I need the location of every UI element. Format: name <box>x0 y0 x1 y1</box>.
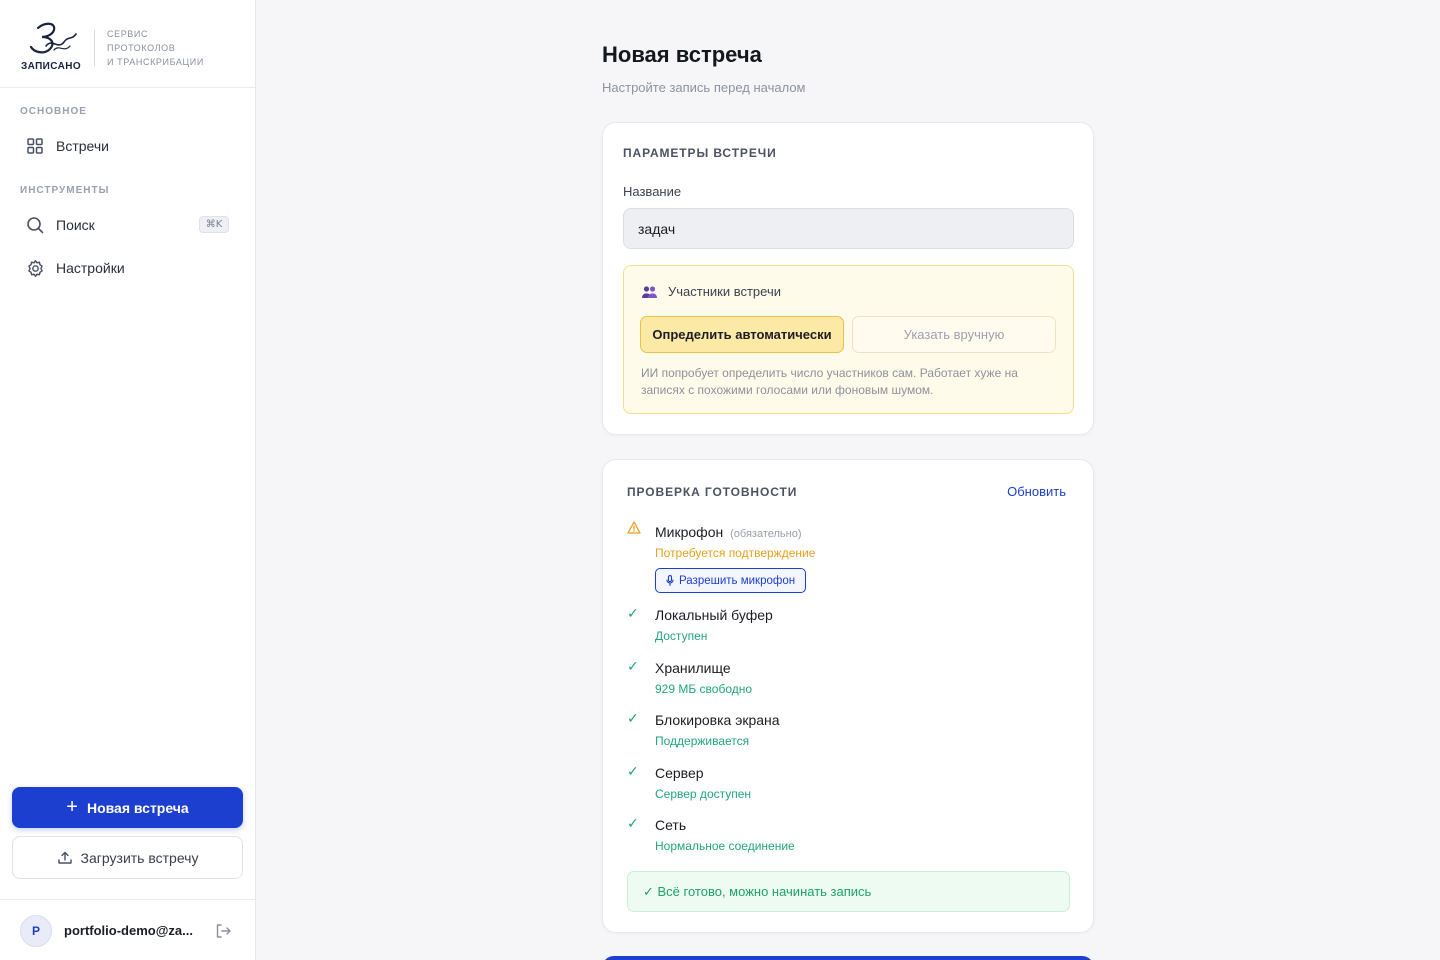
page-subtitle: Настройте запись перед началом <box>602 80 806 95</box>
page-title: Новая встреча <box>602 42 762 67</box>
user-panel: P portfolio-demo@za... <box>0 899 255 960</box>
auto-detect-option[interactable]: Определить автоматически <box>640 316 844 353</box>
sidebar-item-label: Настройки <box>56 260 125 276</box>
shortcut-badge: ⌘K <box>199 216 229 233</box>
logo-mark-icon <box>29 22 77 54</box>
logout-icon[interactable] <box>214 922 232 940</box>
people-icon <box>641 285 658 299</box>
upload-icon <box>57 850 73 866</box>
brand: ЗАПИСАНО СЕРВИС ПРОТОКОЛОВ И ТРАНСКРИБАЦ… <box>0 0 255 88</box>
name-label: Название <box>623 184 682 199</box>
sidebar-item-search[interactable]: Поиск ⌘K <box>12 207 243 243</box>
check-status: Нормальное соединение <box>655 839 795 853</box>
check-title: Локальный буфер <box>655 607 773 623</box>
check-icon: ✓ <box>627 710 639 726</box>
check-status: 929 МБ свободно <box>655 682 753 696</box>
ready-banner: ✓ Всё готово, можно начинать запись <box>627 871 1070 912</box>
check-title: Блокировка экрана <box>655 712 780 728</box>
plus-icon: + <box>66 795 78 818</box>
sidebar-item-label: Поиск <box>56 217 95 233</box>
check-status: Поддерживается <box>655 734 750 748</box>
gear-icon <box>25 258 45 278</box>
nav-section-tools: ИНСТРУМЕНТЫ <box>20 185 110 196</box>
check-title: Сервер <box>655 765 704 781</box>
brand-tagline: СЕРВИС ПРОТОКОЛОВ И ТРАНСКРИБАЦИИ <box>107 27 247 69</box>
sidebar-item-settings[interactable]: Настройки <box>12 250 243 286</box>
refresh-link[interactable]: Обновить <box>1007 484 1066 499</box>
sidebar-item-label: Встречи <box>56 138 109 154</box>
participants-heading-label: Участники встречи <box>668 284 781 299</box>
participants-heading: Участники встречи <box>641 284 781 299</box>
grid-icon <box>25 136 45 156</box>
check-icon: ✓ <box>627 763 639 779</box>
meeting-name-input[interactable]: задач <box>623 208 1074 249</box>
sidebar-item-meetings[interactable]: Встречи <box>12 128 243 164</box>
check-status: Сервер доступен <box>655 787 752 801</box>
section-title: ПРОВЕРКА ГОТОВНОСТИ <box>627 485 798 499</box>
avatar[interactable]: P <box>20 915 52 947</box>
start-recording-button[interactable] <box>602 956 1094 960</box>
brand-tagline-line: СЕРВИС <box>107 29 149 39</box>
upload-meeting-label: Загрузить встречу <box>80 849 199 866</box>
section-title: ПАРАМЕТРЫ ВСТРЕЧИ <box>623 146 777 160</box>
brand-name: ЗАПИСАНО <box>20 61 82 72</box>
participants-note: ИИ попробует определить число участников… <box>641 366 1018 397</box>
brand-tagline-line: И ТРАНСКРИБАЦИИ <box>107 57 204 67</box>
allow-microphone-label: Разрешить микрофон <box>679 574 796 587</box>
participants-panel: Участники встречи Определить автоматичес… <box>623 265 1074 414</box>
meeting-params-card: ПАРАМЕТРЫ ВСТРЕЧИ Название задач Участни… <box>602 122 1094 435</box>
allow-microphone-button[interactable]: Разрешить микрофон <box>655 568 807 593</box>
brand-tagline-line: ПРОТОКОЛОВ <box>107 43 176 53</box>
check-title: Сеть <box>655 817 687 833</box>
new-meeting-button[interactable]: + Новая встреча <box>12 787 243 828</box>
manual-option[interactable]: Указать вручную <box>852 316 1056 353</box>
new-meeting-label: Новая встреча <box>86 799 189 816</box>
check-title: Хранилище <box>655 660 731 676</box>
check-title: Микрофон (обязательно) <box>655 524 802 540</box>
check-icon: ✓ <box>627 658 639 674</box>
user-email: portfolio-demo@za... <box>64 923 193 938</box>
readiness-card: ПРОВЕРКА ГОТОВНОСТИ Обновить Микрофон (о… <box>602 459 1094 933</box>
search-icon <box>25 215 45 235</box>
nav-section-main: ОСНОВНОЕ <box>20 106 87 117</box>
check-optional-note: (обязательно) <box>730 528 802 540</box>
brand-logo[interactable]: ЗАПИСАНО <box>18 20 84 72</box>
check-status: Доступен <box>655 629 708 643</box>
check-icon: ✓ <box>627 605 639 621</box>
warning-icon <box>627 521 643 537</box>
brand-divider <box>94 30 95 66</box>
check-status: Потребуется подтверждение <box>655 546 816 560</box>
check-title-text: Микрофон <box>655 524 724 540</box>
microphone-icon <box>666 575 674 586</box>
sidebar: ЗАПИСАНО СЕРВИС ПРОТОКОЛОВ И ТРАНСКРИБАЦ… <box>0 0 256 960</box>
upload-meeting-button[interactable]: Загрузить встречу <box>12 836 243 879</box>
check-icon: ✓ <box>627 815 639 831</box>
